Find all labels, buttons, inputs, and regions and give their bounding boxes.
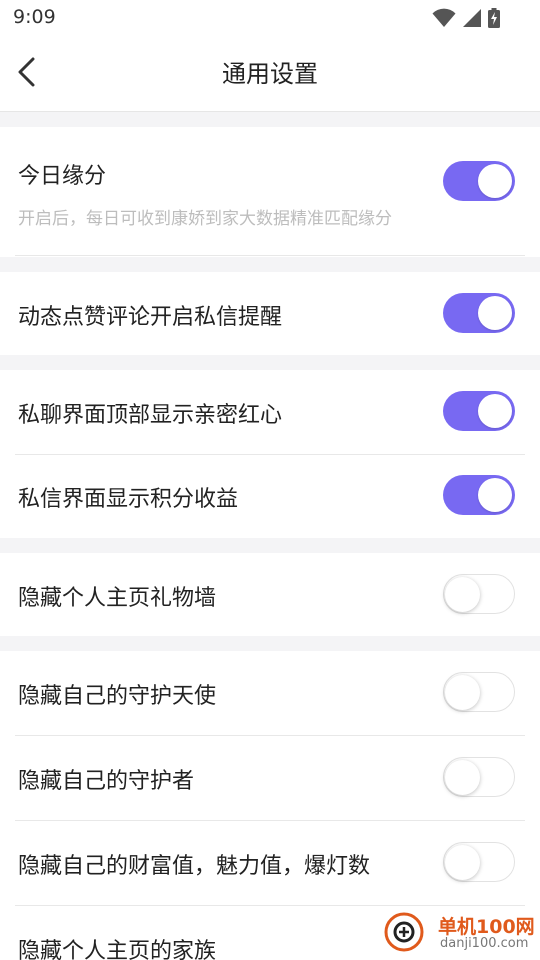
watermark-text-cn: 单机100网: [438, 916, 535, 938]
toggle-knob: [478, 164, 512, 198]
setting-row-intimacy-heart: 私聊界面顶部显示亲密红心: [0, 370, 540, 454]
status-time: 9:09: [13, 6, 56, 28]
setting-row-points-income: 私信界面显示积分收益: [0, 455, 540, 538]
setting-label: 隐藏自己的财富值，魅力值，爆灯数: [18, 854, 371, 879]
nav-bar: 通用设置: [0, 36, 540, 112]
setting-subtitle: 开启后，每日可收到康娇到家大数据精准匹配缘分: [18, 209, 392, 229]
watermark-logo: 单机100网 danji100.com: [382, 908, 540, 960]
setting-label: 私聊界面顶部显示亲密红心: [18, 403, 283, 428]
settings-section-chat: 私聊界面顶部显示亲密红心 私信界面显示积分收益: [0, 370, 540, 538]
wifi-icon: [432, 8, 456, 28]
toggle-knob: [478, 394, 512, 428]
toggle-knob: [478, 478, 512, 512]
setting-row-hide-gift-wall: 隐藏个人主页礼物墙: [0, 553, 540, 636]
watermark-text-en: danji100.com: [440, 936, 529, 951]
settings-section-gift-wall: 隐藏个人主页礼物墙: [0, 553, 540, 636]
toggle-knob: [445, 576, 480, 612]
setting-label: 隐藏自己的守护天使: [18, 684, 217, 709]
status-bar: 9:09: [0, 0, 540, 36]
toggle-hide-gift-wall[interactable]: [443, 574, 515, 614]
toggle-points-income[interactable]: [443, 475, 515, 515]
setting-label: 动态点赞评论开启私信提醒: [18, 305, 283, 330]
setting-label: 隐藏个人主页的家族: [18, 939, 217, 960]
toggle-hide-guardian[interactable]: [443, 757, 515, 797]
settings-section-dynamic: 动态点赞评论开启私信提醒: [0, 272, 540, 355]
settings-section-fate: 今日缘分 开启后，每日可收到康娇到家大数据精准匹配缘分: [0, 127, 540, 257]
toggle-knob: [445, 759, 480, 795]
toggle-knob: [445, 844, 480, 880]
toggle-knob: [478, 296, 512, 330]
setting-row-hide-wealth-charm: 隐藏自己的财富值，魅力值，爆灯数: [0, 821, 540, 905]
setting-label: 隐藏个人主页礼物墙: [18, 586, 217, 611]
toggle-dynamic-reminder[interactable]: [443, 293, 515, 333]
toggle-hide-guardian-angel[interactable]: [443, 672, 515, 712]
status-icons: [432, 8, 500, 28]
setting-row-daily-fate: 今日缘分 开启后，每日可收到康娇到家大数据精准匹配缘分: [0, 127, 540, 257]
battery-charging-icon: [488, 8, 500, 28]
setting-label: 隐藏自己的守护者: [18, 769, 195, 794]
page-title: 通用设置: [222, 60, 318, 88]
setting-label: 私信界面显示积分收益: [18, 487, 239, 512]
setting-label: 今日缘分: [18, 164, 107, 189]
setting-row-dynamic-reminder: 动态点赞评论开启私信提醒: [0, 272, 540, 355]
toggle-knob: [445, 674, 480, 710]
setting-row-hide-guardian-angel: 隐藏自己的守护天使: [0, 651, 540, 735]
toggle-daily-fate[interactable]: [443, 161, 515, 201]
danji-logo-icon: [384, 912, 424, 952]
signal-icon: [462, 8, 482, 28]
toggle-hide-wealth-charm[interactable]: [443, 842, 515, 882]
toggle-intimacy-heart[interactable]: [443, 391, 515, 431]
divider: [15, 255, 525, 256]
setting-row-hide-guardian: 隐藏自己的守护者: [0, 736, 540, 820]
